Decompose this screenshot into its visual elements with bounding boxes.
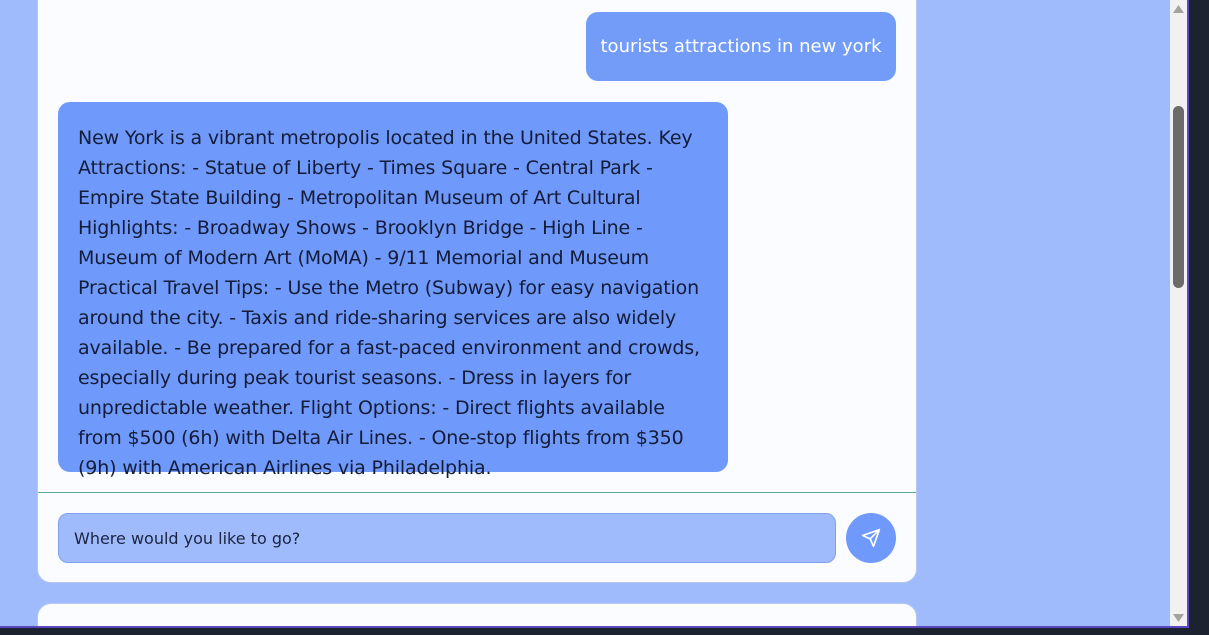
scroll-up-arrow-icon[interactable] [1170,0,1187,17]
vertical-scrollbar[interactable] [1170,0,1187,626]
chat-card: tourists attractions in new york New Yor… [37,0,917,583]
user-message-text: tourists attractions in new york [600,36,882,57]
assistant-message-text: New York is a vibrant metropolis located… [78,127,700,479]
destination-input[interactable] [58,513,836,563]
page-viewport: tourists attractions in new york New Yor… [0,0,1187,626]
scrollbar-thumb[interactable] [1173,106,1184,288]
next-card [37,603,917,626]
send-icon [861,528,881,548]
window-edge [1187,0,1189,628]
user-message-bubble: tourists attractions in new york [586,12,896,81]
assistant-message-bubble: New York is a vibrant metropolis located… [58,102,728,479]
window-bottom-edge [0,626,1188,628]
composer-divider [38,492,916,493]
scroll-down-arrow-icon[interactable] [1170,609,1187,626]
send-button[interactable] [846,513,896,563]
